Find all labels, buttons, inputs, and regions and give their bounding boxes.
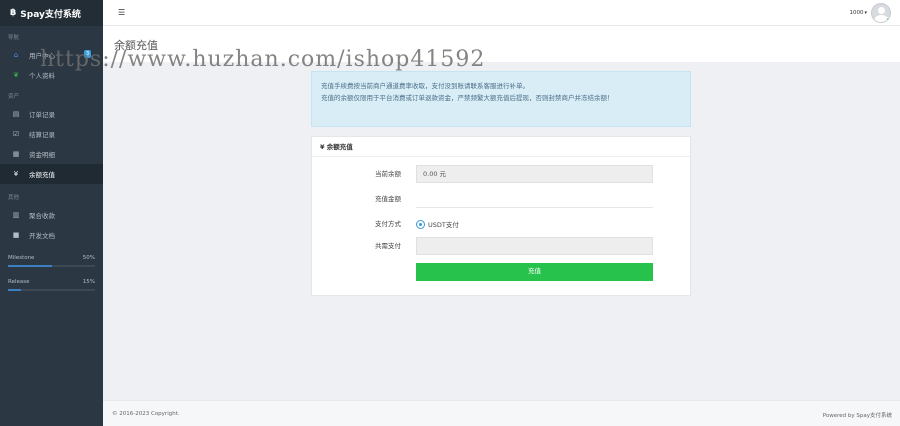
yen-icon: ¥: [13, 170, 19, 178]
brand[interactable]: ฿ Spay支付系统: [0, 0, 103, 26]
progress-fill: [8, 289, 22, 291]
progress-value: 50%: [82, 255, 95, 261]
sidebar-item-settlements[interactable]: ☑ 结算记录: [0, 124, 103, 144]
pay-label: 共需支付: [375, 242, 401, 250]
radio-selected-icon: [416, 219, 425, 229]
progress-track: [8, 289, 95, 291]
recharge-button[interactable]: 充值: [416, 263, 653, 281]
bitcoin-logo-icon: ฿: [10, 8, 17, 18]
sidebar-item-recharge[interactable]: ¥ 余额充值: [0, 164, 103, 184]
nav-group-title: 导航: [8, 35, 20, 41]
home-icon: ⌂: [13, 51, 19, 59]
chevron-down-icon: ▾: [864, 10, 867, 16]
list-icon: ▤: [12, 110, 20, 118]
pay-amount-field: [416, 237, 653, 255]
watermark: https://www.huzhan.com/ishop41592: [40, 47, 486, 72]
progress-track: [8, 265, 95, 267]
leaf-icon: ❦: [13, 71, 19, 79]
ledger-icon: ▦: [12, 150, 20, 158]
other-group-title: 其他: [8, 195, 20, 201]
topbar: ☰ 1000 ▾: [103, 0, 900, 26]
milestone-progress: Milestone 50%: [0, 254, 103, 267]
brand-name: Spay支付系统: [20, 9, 81, 20]
method-row: 支付方式 USDT支付: [312, 215, 692, 233]
sidebar-item-label: 资金明细: [29, 151, 55, 159]
amount-label: 充值金额: [375, 195, 401, 203]
notice-line: 充值手续费按当前商户通道费率收取，支付没到账请联系客服进行补单。: [321, 82, 529, 90]
amount-input[interactable]: [416, 190, 653, 208]
powered-by: Powered by Spay支付系统: [822, 413, 892, 419]
usdt-radio[interactable]: USDT支付: [416, 219, 459, 229]
barcode-icon: ▥: [12, 211, 20, 219]
avatar[interactable]: [871, 3, 891, 23]
copyright: © 2016-2023 Copyright.: [112, 411, 180, 417]
sidebar-item-funds[interactable]: ▦ 资金明细: [0, 144, 103, 164]
sidebar-item-label: 订单记录: [29, 111, 55, 119]
balance-field: 0.00 元: [416, 165, 653, 183]
sidebar-item-label: 开发文档: [29, 232, 55, 240]
footer: © 2016-2023 Copyright. Powered by Spay支付…: [103, 400, 900, 426]
info-notice: 充值手续费按当前商户通道费率收取，支付没到账请联系客服进行补单。 充值的余额仅限…: [311, 71, 691, 127]
sidebar-item-label: 结算记录: [29, 131, 55, 139]
amount-row: 充值金额: [312, 190, 692, 208]
assets-group-title: 资产: [8, 94, 20, 100]
balance-label: 当前余额: [375, 170, 401, 178]
user-menu[interactable]: 1000 ▾: [849, 3, 891, 23]
username: 1000: [849, 10, 864, 16]
sidebar-item-label: 余额充值: [29, 171, 55, 179]
online-status-icon: [886, 17, 890, 22]
pay-row: 共需支付: [312, 237, 692, 255]
method-label: 支付方式: [375, 220, 401, 228]
progress-label: Milestone: [8, 255, 35, 261]
sidebar-item-dev-docs[interactable]: ■ 开发文档: [0, 225, 103, 245]
panel-title: ¥ 余额充值: [312, 137, 690, 157]
notice-line: 充值的余额仅限用于平台消费或订单退款资金，严禁频繁大额充值后提现，否则封禁商户并…: [321, 94, 614, 102]
release-progress: Release 15%: [0, 278, 103, 291]
progress-label: Release: [8, 279, 30, 285]
sidebar-item-orders[interactable]: ▤ 订单记录: [0, 104, 103, 124]
sidebar-item-aggregate-payment[interactable]: ▥ 聚合收款: [0, 205, 103, 225]
checklist-icon: ☑: [12, 130, 20, 138]
recharge-panel: ¥ 余额充值 当前余额 0.00 元 充值金额 支付方式 USDT支付 共需支付…: [311, 136, 691, 296]
radio-label: USDT支付: [428, 221, 459, 229]
menu-toggle-icon[interactable]: ☰: [118, 8, 125, 17]
sidebar-item-label: 聚合收款: [29, 212, 55, 220]
progress-value: 15%: [82, 279, 95, 285]
balance-row: 当前余额 0.00 元: [312, 165, 692, 183]
progress-fill: [8, 265, 52, 267]
book-icon: ■: [12, 231, 20, 239]
